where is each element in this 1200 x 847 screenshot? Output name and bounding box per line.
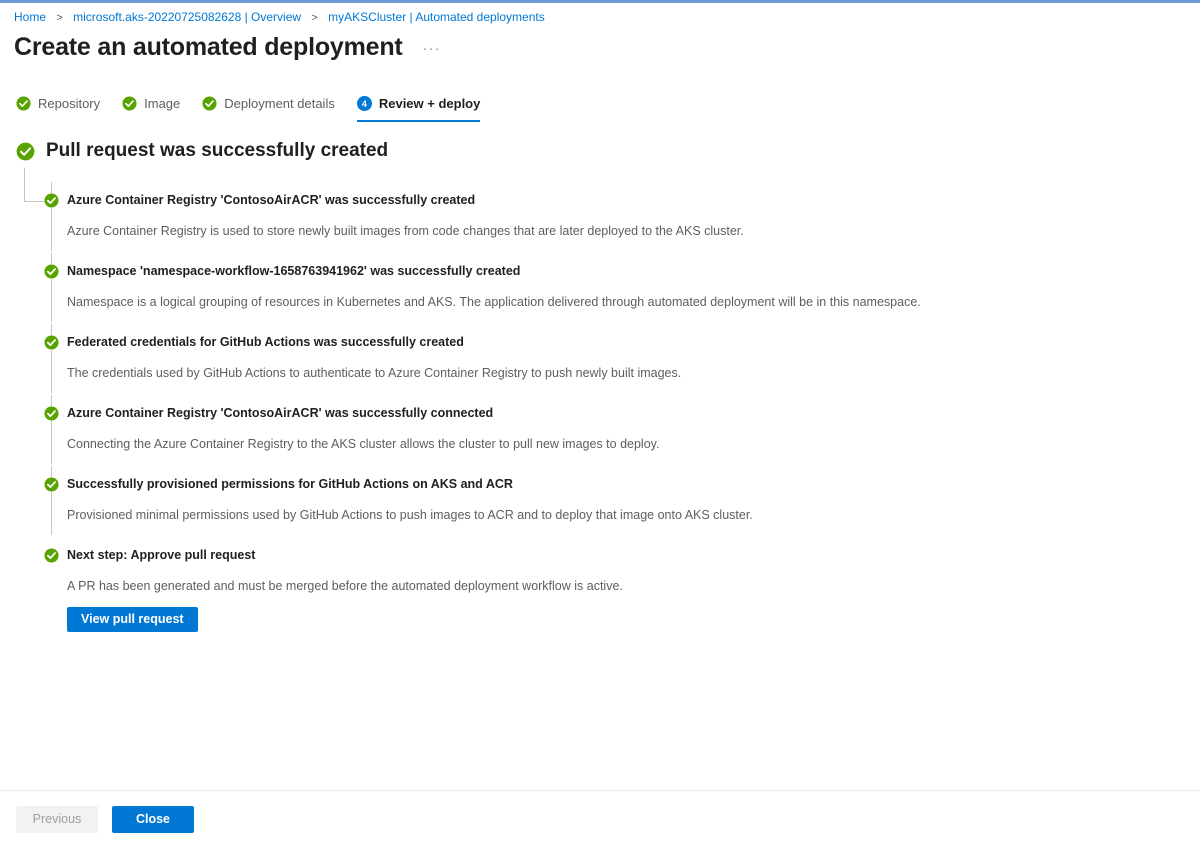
breadcrumb-separator: > (311, 12, 318, 24)
step-description: Namespace is a logical grouping of resou… (67, 295, 921, 309)
check-circle-icon (44, 264, 59, 279)
step-description: Azure Container Registry is used to stor… (67, 224, 744, 238)
step-description: Connecting the Azure Container Registry … (67, 437, 660, 451)
tab-label-deployment-details: Deployment details (224, 96, 335, 111)
more-options-icon[interactable]: ··· (423, 40, 442, 56)
list-item: Azure Container Registry 'ContosoAirACR'… (44, 168, 1184, 251)
list-item: Azure Container Registry 'ContosoAirACR'… (44, 381, 1184, 464)
step-description: The credentials used by GitHub Actions t… (67, 366, 682, 380)
check-circle-icon (16, 96, 31, 111)
tab-review-deploy[interactable]: 4 Review + deploy (356, 96, 481, 122)
step-title: Federated credentials for GitHub Actions… (67, 335, 464, 349)
breadcrumb: Home > microsoft.aks-20220725082628 | Ov… (14, 9, 545, 26)
result-heading: Pull request was successfully created (16, 139, 388, 163)
step-title: Namespace 'namespace-workflow-1658763941… (67, 264, 521, 278)
tree-elbow-connector (24, 168, 44, 202)
check-circle-icon (44, 477, 59, 492)
check-circle-icon (44, 193, 59, 208)
tab-label-repository: Repository (38, 96, 101, 111)
tab-deployment-details[interactable]: Deployment details (202, 96, 335, 122)
list-item: Next step: Approve pull request A PR has… (44, 523, 1184, 632)
list-item: Successfully provisioned permissions for… (44, 452, 1184, 535)
list-item: Namespace 'namespace-workflow-1658763941… (44, 239, 1184, 322)
tab-label-review-deploy: Review + deploy (378, 96, 481, 111)
step-title: Next step: Approve pull request (67, 548, 256, 562)
result-heading-text: Pull request was successfully created (46, 140, 389, 161)
step-action-row: View pull request (67, 594, 1184, 632)
breadcrumb-item-automated-deployments[interactable]: myAKSCluster | Automated deployments (328, 10, 545, 24)
close-button[interactable]: Close (112, 806, 194, 833)
wizard-footer: Previous Close (0, 790, 1200, 847)
deployment-step-list: Azure Container Registry 'ContosoAirACR'… (44, 168, 1184, 632)
list-item: Federated credentials for GitHub Actions… (44, 310, 1184, 393)
wizard-step-tabs: Repository Image Deployment details 4 Re… (16, 96, 502, 122)
step-number-badge: 4 (356, 96, 372, 111)
step-title: Azure Container Registry 'ContosoAirACR'… (67, 406, 494, 420)
tab-image[interactable]: Image (122, 96, 180, 122)
step-title: Azure Container Registry 'ContosoAirACR'… (67, 193, 476, 207)
step-title: Successfully provisioned permissions for… (67, 477, 513, 491)
check-circle-icon (44, 406, 59, 421)
breadcrumb-item-home[interactable]: Home (14, 10, 46, 24)
page-title: Create an automated deployment (14, 33, 403, 61)
view-pull-request-button[interactable]: View pull request (67, 607, 198, 632)
step-description: Provisioned minimal permissions used by … (67, 508, 753, 522)
check-circle-icon (202, 96, 217, 111)
step-description: A PR has been generated and must be merg… (67, 579, 623, 593)
tab-label-image: Image (144, 96, 181, 111)
breadcrumb-separator: > (56, 12, 63, 24)
check-circle-icon (44, 548, 59, 563)
top-accent-bar (0, 0, 1200, 3)
tab-repository[interactable]: Repository (16, 96, 100, 122)
footer-buttons: Previous Close (16, 806, 208, 833)
previous-button[interactable]: Previous (16, 806, 98, 833)
check-circle-icon (122, 96, 137, 111)
check-circle-icon (44, 335, 59, 350)
breadcrumb-item-resource-overview[interactable]: microsoft.aks-20220725082628 | Overview (73, 10, 301, 24)
page-title-row: Create an automated deployment ··· (14, 32, 441, 62)
check-circle-icon (16, 142, 35, 160)
